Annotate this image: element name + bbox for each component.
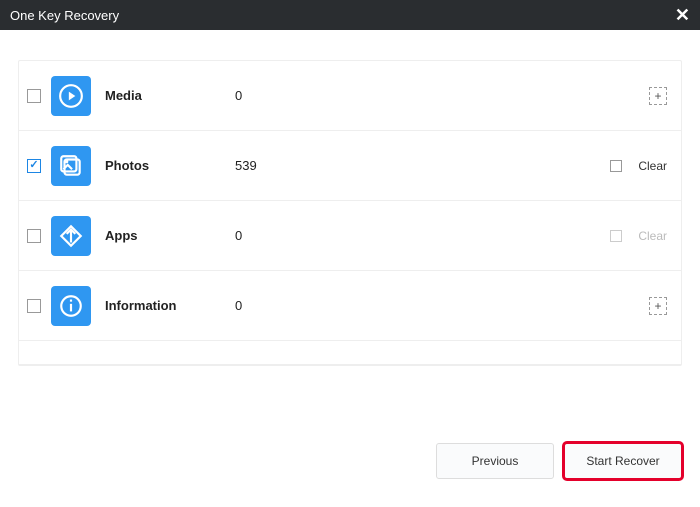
close-icon[interactable]: ✕ xyxy=(675,6,690,24)
main-content: Media 0 + Photos 539 Clear Apps xyxy=(0,30,700,366)
row-count: 539 xyxy=(235,158,315,173)
row-apps: Apps 0 Clear xyxy=(19,201,681,271)
checkbox-photos[interactable] xyxy=(27,159,41,173)
category-list: Media 0 + Photos 539 Clear Apps xyxy=(18,60,682,366)
row-count: 0 xyxy=(235,228,315,243)
footer-buttons: Previous Start Recover xyxy=(436,443,682,479)
expand-button-media[interactable]: + xyxy=(649,87,667,105)
row-photos: Photos 539 Clear xyxy=(19,131,681,201)
checkbox-media[interactable] xyxy=(27,89,41,103)
row-count: 0 xyxy=(235,88,315,103)
row-media: Media 0 + xyxy=(19,61,681,131)
apps-icon xyxy=(51,216,91,256)
list-footer-spacer xyxy=(19,341,681,365)
row-label: Information xyxy=(105,298,235,313)
clear-checkbox-photos[interactable] xyxy=(610,160,622,172)
checkbox-information[interactable] xyxy=(27,299,41,313)
row-information: Information 0 + xyxy=(19,271,681,341)
titlebar: One Key Recovery ✕ xyxy=(0,0,700,30)
checkbox-apps[interactable] xyxy=(27,229,41,243)
photos-icon xyxy=(51,146,91,186)
info-icon xyxy=(51,286,91,326)
row-label: Apps xyxy=(105,228,235,243)
expand-button-information[interactable]: + xyxy=(649,297,667,315)
clear-apps: Clear xyxy=(610,229,667,243)
row-label: Media xyxy=(105,88,235,103)
row-count: 0 xyxy=(235,298,315,313)
clear-label: Clear xyxy=(638,159,667,173)
previous-button[interactable]: Previous xyxy=(436,443,554,479)
clear-checkbox-apps xyxy=(610,230,622,242)
window-title: One Key Recovery xyxy=(10,8,119,23)
clear-photos[interactable]: Clear xyxy=(610,159,667,173)
media-icon xyxy=(51,76,91,116)
start-recover-button[interactable]: Start Recover xyxy=(564,443,682,479)
clear-label: Clear xyxy=(638,229,667,243)
row-label: Photos xyxy=(105,158,235,173)
